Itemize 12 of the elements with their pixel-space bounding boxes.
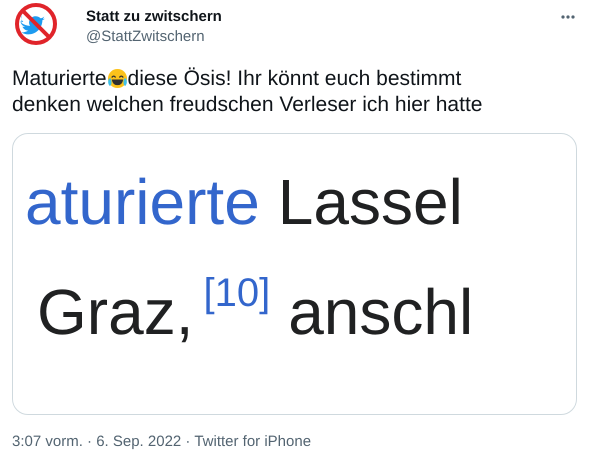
tweet-meta: 3:07 vorm. · 6. Sep. 2022 · Twitter for iPhone	[12, 433, 312, 450]
tweet-text: Maturierte	[12, 67, 107, 90]
tweet-text: diese Ösis! Ihr könnt euch bestimmt	[128, 67, 462, 90]
article-text: Lassel	[278, 165, 463, 240]
laughing-tears-icon	[106, 68, 128, 89]
article-text: anschl	[288, 275, 474, 350]
article-link[interactable]: aturierte	[25, 162, 260, 242]
footnote-link[interactable]: [10]	[203, 253, 270, 333]
tweet-text: denken welchen freudschen Verleser ich hier hatte	[12, 93, 482, 116]
author-name[interactable]: Statt zu zwitschern	[86, 7, 545, 27]
article-text: Graz,	[37, 275, 194, 350]
author-handle[interactable]: @StattZwitschern	[86, 27, 545, 47]
